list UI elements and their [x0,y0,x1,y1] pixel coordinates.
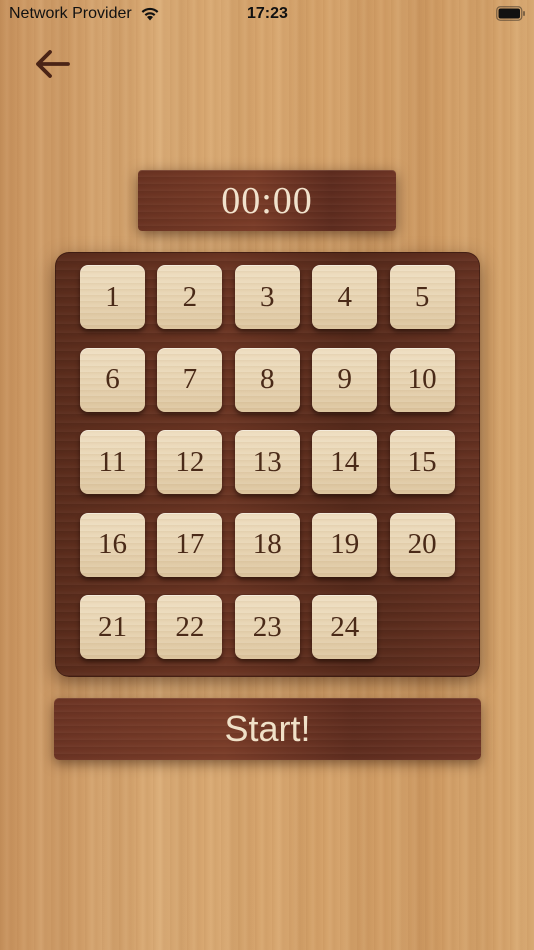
puzzle-tile-15[interactable]: 15 [389,430,455,495]
puzzle-tile-18[interactable]: 18 [234,512,300,577]
battery-icon [496,6,525,21]
carrier-name: Network Provider [9,5,132,22]
puzzle-tile-6[interactable]: 6 [80,347,145,412]
timer-panel: 00:00 [138,170,396,231]
puzzle-tile-10[interactable]: 10 [389,347,455,412]
puzzle-tile-16[interactable]: 16 [80,512,145,577]
puzzle-tile-7[interactable]: 7 [157,347,223,412]
puzzle-tile-22[interactable]: 22 [157,595,223,660]
puzzle-tile-2[interactable]: 2 [157,265,223,329]
puzzle-tile-4[interactable]: 4 [312,265,378,329]
puzzle-tile-12[interactable]: 12 [157,430,223,495]
puzzle-tile-1[interactable]: 1 [80,265,145,329]
puzzle-tile-9[interactable]: 9 [312,347,378,412]
puzzle-tile-24[interactable]: 24 [312,595,378,660]
status-bar: Network Provider 17:23 [0,0,534,28]
wifi-icon [141,7,159,21]
puzzle-tile-23[interactable]: 23 [234,595,300,660]
puzzle-tile-8[interactable]: 8 [234,347,300,412]
arrow-left-icon [36,50,70,78]
back-button[interactable] [30,44,74,84]
puzzle-tile-3[interactable]: 3 [234,265,300,329]
timer-display: 00:00 [221,179,313,222]
puzzle-tile-14[interactable]: 14 [312,430,378,495]
status-time: 17:23 [247,5,288,22]
puzzle-tile-17[interactable]: 17 [157,512,223,577]
puzzle-tile-20[interactable]: 20 [389,512,455,577]
start-button-label: Start! [224,708,311,749]
puzzle-tile-11[interactable]: 11 [80,430,145,495]
puzzle-tile-5[interactable]: 5 [389,265,455,329]
puzzle-tile-13[interactable]: 13 [234,430,300,495]
puzzle-board: 1 2 3 4 5 6 7 8 9 10 11 12 13 14 15 16 17 18 19 20 21 22 23 24 [55,252,480,677]
start-button[interactable]: Start! [54,698,481,760]
puzzle-tile-21[interactable]: 21 [80,595,145,660]
puzzle-tile-19[interactable]: 19 [312,512,378,577]
